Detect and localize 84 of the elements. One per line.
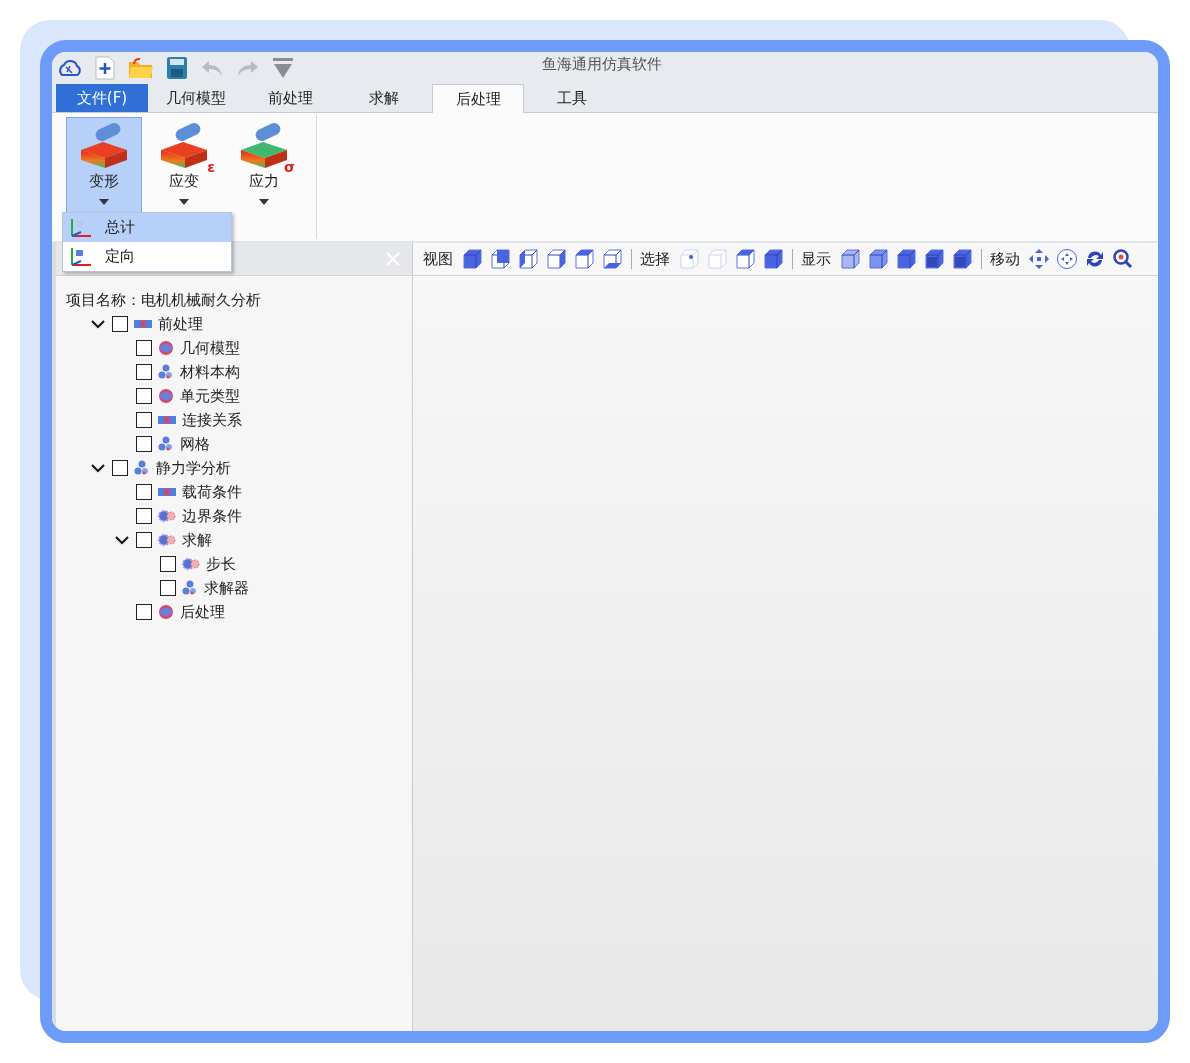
checkbox[interactable] — [112, 316, 128, 332]
cube-icon[interactable] — [601, 248, 623, 270]
move-arrows-icon[interactable] — [1028, 248, 1050, 270]
tree-item[interactable]: 求解 — [182, 530, 212, 550]
ribbon-button[interactable]: σ 应力 — [226, 117, 302, 213]
toolbar-label: 移动 — [990, 249, 1020, 269]
cube-icon[interactable] — [895, 248, 917, 270]
checkbox[interactable] — [136, 484, 152, 500]
checkbox[interactable] — [112, 460, 128, 476]
tree-item[interactable]: 后处理 — [180, 602, 225, 622]
cloud-logo-icon — [58, 57, 82, 79]
tree-item[interactable]: 静力学分析 — [156, 458, 231, 478]
checkbox[interactable] — [136, 436, 152, 452]
menu-item[interactable]: 总计 — [63, 213, 231, 242]
checkbox[interactable] — [136, 412, 152, 428]
checkbox[interactable] — [136, 604, 152, 620]
chevron-icon[interactable] — [91, 319, 105, 329]
axes-icon — [69, 216, 93, 239]
cube-icon[interactable] — [951, 248, 973, 270]
checkbox[interactable] — [136, 508, 152, 524]
tree-item[interactable]: 步长 — [206, 554, 236, 574]
chevron-icon[interactable] — [91, 463, 105, 473]
new-file-icon[interactable] — [94, 56, 116, 80]
cube-icon[interactable] — [678, 248, 700, 270]
cube-icon[interactable] — [489, 248, 511, 270]
filter-icon[interactable] — [272, 57, 294, 79]
checkbox[interactable] — [136, 364, 152, 380]
tree-item[interactable]: 连接关系 — [182, 410, 242, 430]
symbol-label: ε — [207, 160, 215, 174]
symbol-label: σ — [284, 160, 295, 174]
menu-tab[interactable]: 后处理 — [432, 84, 524, 113]
cluster-icon — [158, 436, 174, 452]
gears-icon — [182, 557, 200, 571]
checkbox[interactable] — [136, 532, 152, 548]
cube-icon[interactable] — [545, 248, 567, 270]
open-folder-icon[interactable] — [128, 57, 154, 79]
menu-tab[interactable]: 工具 — [526, 84, 618, 112]
axes-icon — [69, 245, 93, 268]
cube-icon[interactable] — [461, 248, 483, 270]
cube-icon[interactable] — [517, 248, 539, 270]
menu-tab[interactable]: 几何模型 — [150, 84, 242, 112]
disc-icon — [158, 604, 174, 620]
ribbon-button[interactable]: 变形 — [66, 117, 142, 213]
menu-tab[interactable]: 前处理 — [244, 84, 336, 112]
gears-icon — [158, 533, 176, 547]
tree-item[interactable]: 几何模型 — [180, 338, 240, 358]
chevron-icon[interactable] — [115, 535, 129, 545]
cube-icon[interactable] — [762, 248, 784, 270]
cube-icon[interactable] — [573, 248, 595, 270]
tree-item[interactable]: 材料本构 — [180, 362, 240, 382]
cube-icon[interactable] — [839, 248, 861, 270]
cube-icon[interactable] — [923, 248, 945, 270]
tree-item[interactable]: 网格 — [180, 434, 210, 454]
cluster-icon — [182, 580, 198, 596]
tube-icon — [134, 319, 152, 329]
cube-icon[interactable] — [867, 248, 889, 270]
zoom-icon[interactable] — [1112, 248, 1134, 270]
toolbar-label: 显示 — [801, 249, 831, 269]
cluster-icon — [134, 460, 150, 476]
tree-item[interactable]: 边界条件 — [182, 506, 242, 526]
cluster-icon — [158, 364, 174, 380]
tree-item[interactable]: 求解器 — [204, 578, 249, 598]
project-name: 项目名称：电机机械耐久分析 — [66, 290, 262, 311]
window-title: 鱼海通用仿真软件 — [542, 55, 662, 74]
menu-tab[interactable]: 求解 — [338, 84, 430, 112]
pan-circle-icon[interactable] — [1056, 248, 1078, 270]
menu-tab[interactable]: 文件(F) — [56, 84, 148, 112]
checkbox[interactable] — [160, 580, 176, 596]
checkbox[interactable] — [136, 388, 152, 404]
toolbar-label: 选择 — [640, 249, 670, 269]
tube-icon — [158, 415, 176, 425]
checkbox[interactable] — [160, 556, 176, 572]
disc-icon — [158, 388, 174, 404]
ribbon-button[interactable]: ε 应变 — [146, 117, 222, 213]
tree-item[interactable]: 前处理 — [158, 314, 203, 334]
cube-icon[interactable] — [734, 248, 756, 270]
tree-item[interactable]: 单元类型 — [180, 386, 240, 406]
gears-icon — [158, 509, 176, 523]
tube-icon — [158, 487, 176, 497]
tree-item[interactable]: 载荷条件 — [182, 482, 242, 502]
disc-icon — [158, 340, 174, 356]
checkbox[interactable] — [136, 340, 152, 356]
toolbar-label: 视图 — [423, 249, 453, 269]
save-icon[interactable] — [166, 56, 188, 80]
